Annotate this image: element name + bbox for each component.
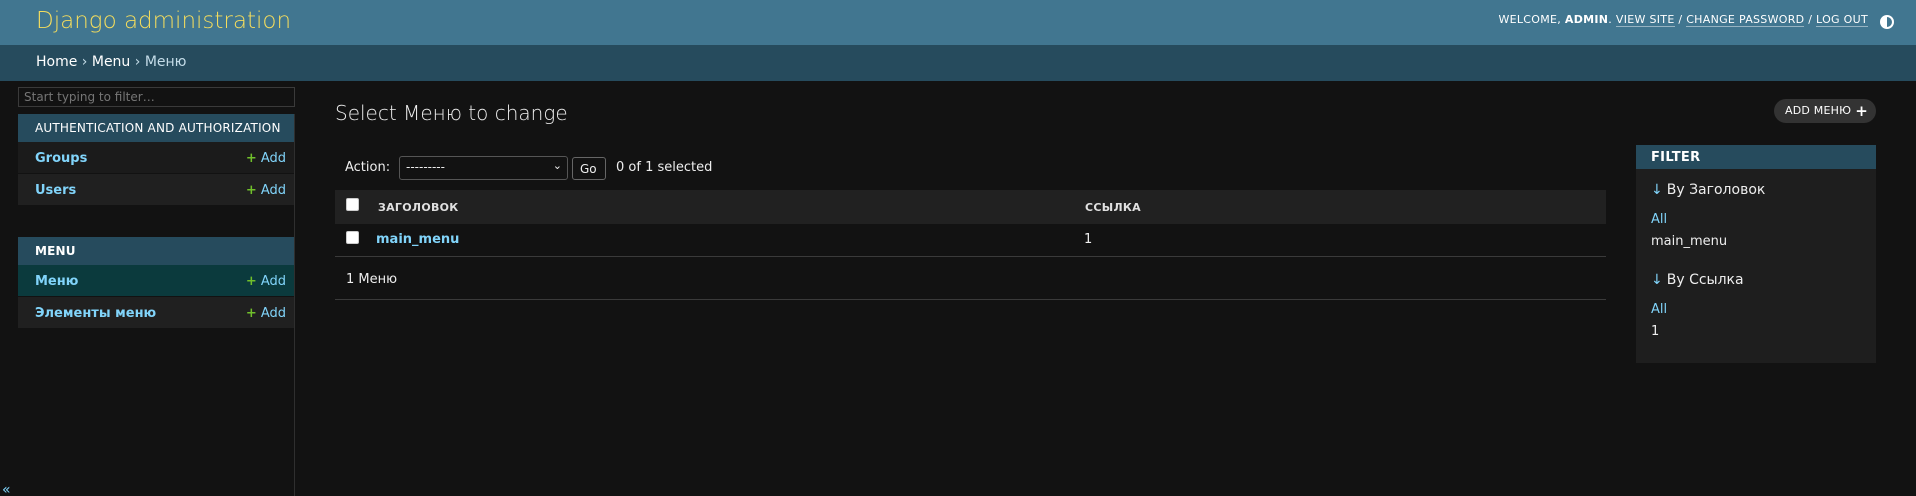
change-password-link[interactable]: Change password (1686, 13, 1805, 27)
sidebar-item-users: Users + Add (18, 174, 294, 206)
nav-sidebar: Authentication and Authorization Groups … (18, 114, 295, 496)
go-button[interactable]: Go (572, 157, 606, 180)
sidebar-link-users[interactable]: Users (35, 183, 76, 198)
column-header-title[interactable]: ЗАГОЛОВОК (378, 201, 459, 214)
breadcrumb-app[interactable]: Menu (92, 54, 130, 70)
breadcrumb-separator: › (81, 54, 88, 70)
module-gap (18, 206, 294, 237)
username: admin (1564, 13, 1609, 26)
page-title: Select Меню to change (335, 101, 568, 125)
add-menu-link[interactable]: + Add (246, 274, 286, 289)
row-checkbox[interactable] (346, 231, 359, 244)
view-site-link[interactable]: View site (1615, 13, 1675, 27)
paginator: 1 Меню (335, 256, 1606, 300)
row-title-link[interactable]: main_menu (376, 232, 459, 247)
changelist-filter: FILTER ↓ By Заголовок All main_menu ↓ By С… (1636, 145, 1876, 363)
toggle-sidebar-button[interactable]: « (2, 482, 11, 496)
add-label: Add (260, 274, 286, 289)
add-groups-link[interactable]: + Add (246, 151, 286, 166)
breadcrumb: Home › Menu › Меню (0, 45, 1916, 81)
sidebar-link-groups[interactable]: Groups (35, 151, 87, 166)
filter-choice-main-menu[interactable]: main_menu (1651, 234, 1727, 249)
add-label: Add (260, 306, 286, 321)
filter-title-label: By Заголовок (1666, 182, 1766, 198)
module-caption-label: Menu (35, 244, 76, 258)
module-caption-label: Authentication and Authorization (35, 121, 281, 135)
plus-icon: + (1855, 102, 1868, 120)
plus-icon: + (245, 183, 257, 198)
down-arrow-icon: ↓ (1651, 182, 1663, 198)
add-menu-items-link[interactable]: + Add (246, 306, 286, 321)
breadcrumb-current: Меню (144, 54, 187, 70)
chevron-down-icon: ⌄ (552, 159, 562, 172)
plus-icon: + (245, 151, 257, 166)
table-row: main_menu 1 (335, 224, 1606, 257)
welcome-text: Welcome, (1498, 13, 1562, 26)
header: Django administration Welcome, admin. Vi… (0, 0, 1916, 45)
log-out-link[interactable]: Log out (1816, 13, 1868, 27)
filter-choice-all[interactable]: All (1651, 302, 1667, 317)
select-all-checkbox[interactable] (346, 198, 359, 211)
down-arrow-icon: ↓ (1651, 272, 1663, 288)
action-counter: 0 of 1 selected (616, 160, 713, 175)
filter-title-ssylka[interactable]: ↓ By Ссылка (1651, 272, 1744, 288)
actions-bar: Action: --------- ⌄ Go 0 of 1 selected (335, 155, 735, 181)
sidebar-item-menu-items: Элементы меню + Add (18, 297, 294, 329)
sidebar-item-menu: Меню + Add (18, 265, 294, 297)
action-select-value: --------- (406, 160, 445, 174)
add-menu-label: ADD МЕНЮ (1785, 104, 1852, 117)
filter-header: FILTER (1636, 145, 1876, 169)
column-header-link[interactable]: ССЫЛКА (1085, 201, 1141, 214)
action-label: Action: (345, 160, 391, 175)
action-select[interactable]: --------- ⌄ (399, 156, 568, 180)
plus-icon: + (245, 306, 257, 321)
filter-title-zagolovok[interactable]: ↓ By Заголовок (1651, 182, 1765, 198)
theme-toggle-icon[interactable] (1880, 15, 1894, 29)
separator: / (1808, 13, 1813, 26)
sidebar-link-menu-items[interactable]: Элементы меню (35, 306, 156, 321)
module-caption-auth[interactable]: Authentication and Authorization (18, 114, 294, 142)
breadcrumb-home[interactable]: Home (36, 54, 77, 70)
filter-choice-1[interactable]: 1 (1651, 324, 1659, 339)
sidebar-link-menu[interactable]: Меню (35, 274, 78, 289)
add-users-link[interactable]: + Add (246, 183, 286, 198)
result-table: ЗАГОЛОВОК ССЫЛКА main_menu 1 (335, 190, 1606, 257)
filter-choice-all[interactable]: All (1651, 212, 1667, 227)
module-caption-menu[interactable]: Menu (18, 237, 294, 265)
sidebar-item-groups: Groups + Add (18, 142, 294, 174)
add-menu-button[interactable]: ADD МЕНЮ + (1774, 99, 1876, 123)
breadcrumb-separator: › (134, 54, 141, 70)
site-branding-link[interactable]: Django administration (36, 8, 291, 34)
filter-title-label: By Ссылка (1666, 272, 1744, 288)
add-label: Add (260, 183, 286, 198)
nav-filter-input[interactable] (18, 87, 295, 107)
table-header: ЗАГОЛОВОК ССЫЛКА (335, 190, 1606, 224)
add-label: Add (260, 151, 286, 166)
plus-icon: + (245, 274, 257, 289)
row-link-value: 1 (1084, 232, 1093, 247)
user-tools: Welcome, admin. View site / Change passw… (1498, 13, 1868, 27)
separator: / (1678, 13, 1683, 26)
